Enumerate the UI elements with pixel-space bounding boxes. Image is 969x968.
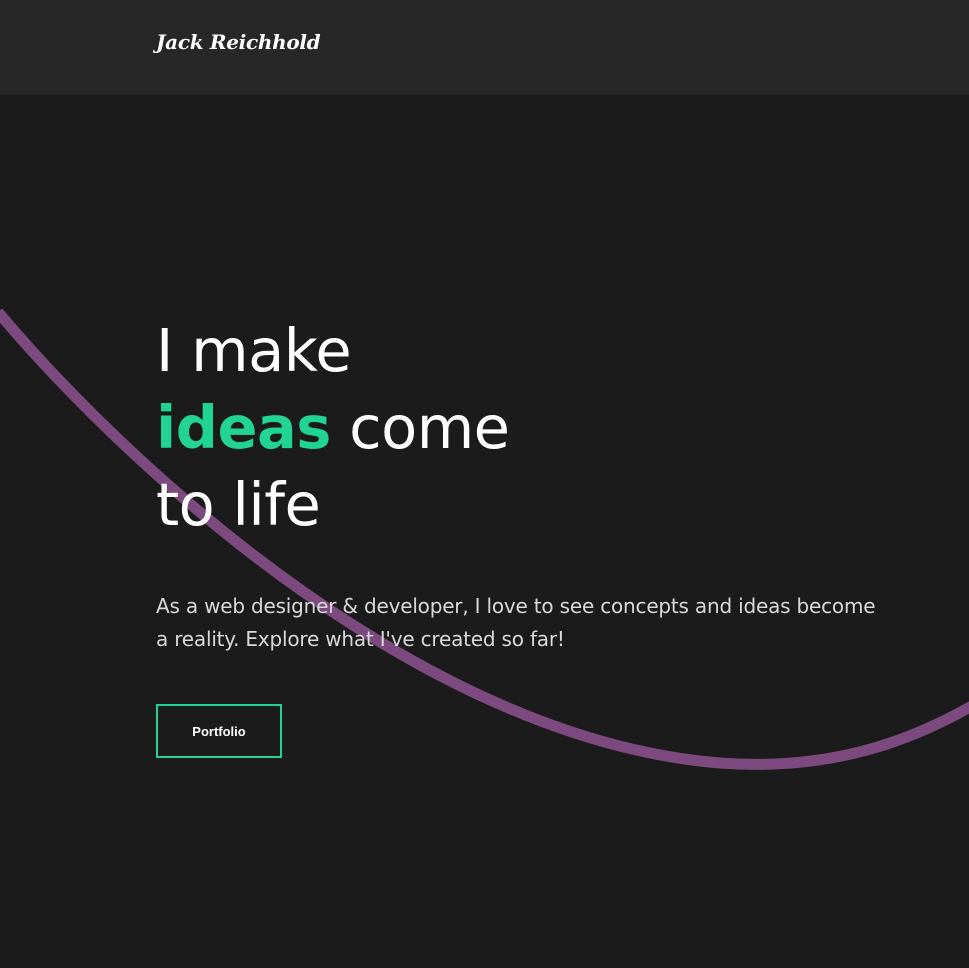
site-logo[interactable]: Jack Reichhold <box>156 30 321 54</box>
hero-section: I make ideas come to life <box>156 312 510 543</box>
headline-line-1: I make <box>156 316 352 385</box>
portfolio-button[interactable]: Portfolio <box>156 704 282 758</box>
hero-intro-text: As a web designer & developer, I love to… <box>156 594 876 651</box>
hero-headline: I make ideas come to life <box>156 312 510 543</box>
headline-line-3: to life <box>156 470 321 539</box>
site-header: Jack Reichhold <box>0 0 969 95</box>
headline-accent-word: ideas <box>156 393 331 462</box>
headline-line-2: ideas come <box>156 389 510 466</box>
headline-line-2-rest: come <box>330 393 510 462</box>
